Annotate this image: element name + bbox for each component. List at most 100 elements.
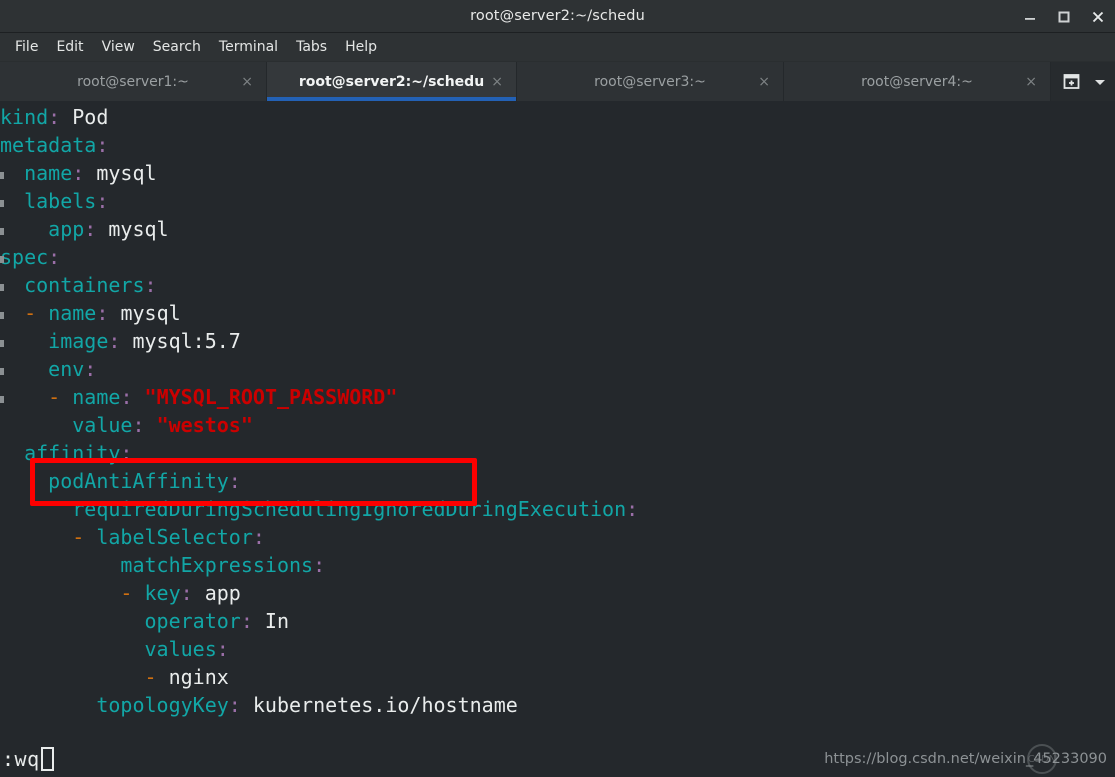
- code-line: matchExpressions:: [0, 551, 1115, 579]
- code-line: value: "westos": [0, 411, 1115, 439]
- new-tab-icon[interactable]: [1062, 72, 1081, 91]
- tab-label: root@server2:~/schedu: [298, 73, 485, 90]
- code-token: "MYSQL_ROOT_PASSWORD": [144, 385, 398, 409]
- tab-bar-actions: [1051, 62, 1115, 101]
- code-line: app: mysql: [0, 215, 1115, 243]
- menu-item-edit[interactable]: Edit: [47, 36, 92, 58]
- code-token: -: [48, 385, 61, 409]
- code-token: app: [48, 217, 85, 241]
- tab-bar: root@server1:~ × root@server2:~/schedu ×…: [0, 62, 1115, 101]
- code-line: values:: [0, 635, 1115, 663]
- code-line: env:: [0, 355, 1115, 383]
- code-token: :: [228, 693, 241, 717]
- code-line: operator: In: [0, 607, 1115, 635]
- chevron-down-icon[interactable]: [1093, 75, 1107, 89]
- code-token: -: [120, 581, 133, 605]
- code-token: kind: [0, 105, 49, 129]
- tab-server1[interactable]: root@server1:~ ×: [0, 62, 267, 101]
- code-token: :: [84, 357, 97, 381]
- tab-server2[interactable]: root@server2:~/schedu ×: [267, 62, 517, 101]
- code-token: :: [228, 469, 241, 493]
- code-line: - labelSelector:: [0, 523, 1115, 551]
- menu-item-help[interactable]: Help: [336, 36, 386, 58]
- tab-close-icon[interactable]: ×: [758, 75, 770, 89]
- window-controls: [1013, 0, 1115, 33]
- command-text-wrapper: :wq: [0, 747, 54, 771]
- code-token: :: [48, 245, 61, 269]
- code-token: :: [96, 133, 109, 157]
- code-token: :: [626, 497, 639, 521]
- watermark-url: https://blog.csdn.net/weixin_45233090: [824, 751, 1107, 767]
- code-token: value: [72, 413, 133, 437]
- menu-item-file[interactable]: File: [6, 36, 47, 58]
- code-token: mysql: [96, 217, 169, 241]
- vim-command-line[interactable]: :wq CSDN https://blog.csdn.net/weixin_45…: [0, 741, 1115, 777]
- code-line: name: mysql: [0, 159, 1115, 187]
- code-token: :: [313, 553, 326, 577]
- code-line: metadata:: [0, 131, 1115, 159]
- code-token: values: [144, 637, 217, 661]
- menu-item-view[interactable]: View: [93, 36, 144, 58]
- code-token: topologyKey: [96, 693, 229, 717]
- tab-close-icon[interactable]: ×: [1025, 75, 1037, 89]
- window-title: root@server2:~/schedu: [470, 8, 645, 24]
- code-line: - key: app: [0, 579, 1115, 607]
- code-token: podAntiAffinity: [48, 469, 229, 493]
- code-token: :: [48, 105, 61, 129]
- code-line: image: mysql:5.7: [0, 327, 1115, 355]
- code-line: topologyKey: kubernetes.io/hostname: [0, 691, 1115, 719]
- terminal-content[interactable]: kind: Pod metadata: name: mysql labels: a…: [0, 101, 1115, 741]
- code-token: requiredDuringSchedulingIgnoredDuringExe…: [72, 497, 627, 521]
- code-line: - name: mysql: [0, 299, 1115, 327]
- code-token: mysql:5.7: [120, 329, 241, 353]
- code-token: :: [180, 581, 193, 605]
- vim-buffer: kind: Pod metadata: name: mysql labels: a…: [0, 103, 1115, 719]
- tab-server3[interactable]: root@server3:~ ×: [517, 62, 784, 101]
- minimize-button[interactable]: [1013, 0, 1047, 33]
- block-cursor: [40, 747, 54, 771]
- code-token: :: [84, 217, 97, 241]
- menu-item-search[interactable]: Search: [144, 36, 210, 58]
- tab-server4[interactable]: root@server4:~ ×: [784, 62, 1051, 101]
- menu-item-tabs[interactable]: Tabs: [287, 36, 336, 58]
- code-token: :: [108, 329, 121, 353]
- code-token: name: [24, 161, 73, 185]
- code-token: env: [48, 357, 85, 381]
- code-token: labelSelector: [96, 525, 253, 549]
- menu-item-terminal[interactable]: Terminal: [210, 36, 287, 58]
- tab-close-icon[interactable]: ×: [241, 75, 253, 89]
- code-line: containers:: [0, 271, 1115, 299]
- terminal-window: root@server2:~/schedu File Edit View Sea…: [0, 0, 1115, 777]
- command-text: :wq: [2, 747, 40, 771]
- maximize-button[interactable]: [1047, 0, 1081, 33]
- code-token: "westos": [156, 413, 253, 437]
- code-token: -: [24, 301, 37, 325]
- code-line: labels:: [0, 187, 1115, 215]
- tab-close-icon[interactable]: ×: [491, 75, 503, 89]
- code-line: podAntiAffinity:: [0, 467, 1115, 495]
- tab-label: root@server4:~: [861, 73, 973, 90]
- close-button[interactable]: [1081, 0, 1115, 33]
- menu-bar: File Edit View Search Terminal Tabs Help: [0, 33, 1115, 62]
- code-token: mysql: [108, 301, 181, 325]
- tab-label: root@server1:~: [77, 73, 189, 90]
- code-token: name: [48, 301, 97, 325]
- code-token: labels: [24, 189, 97, 213]
- code-token: :: [120, 441, 133, 465]
